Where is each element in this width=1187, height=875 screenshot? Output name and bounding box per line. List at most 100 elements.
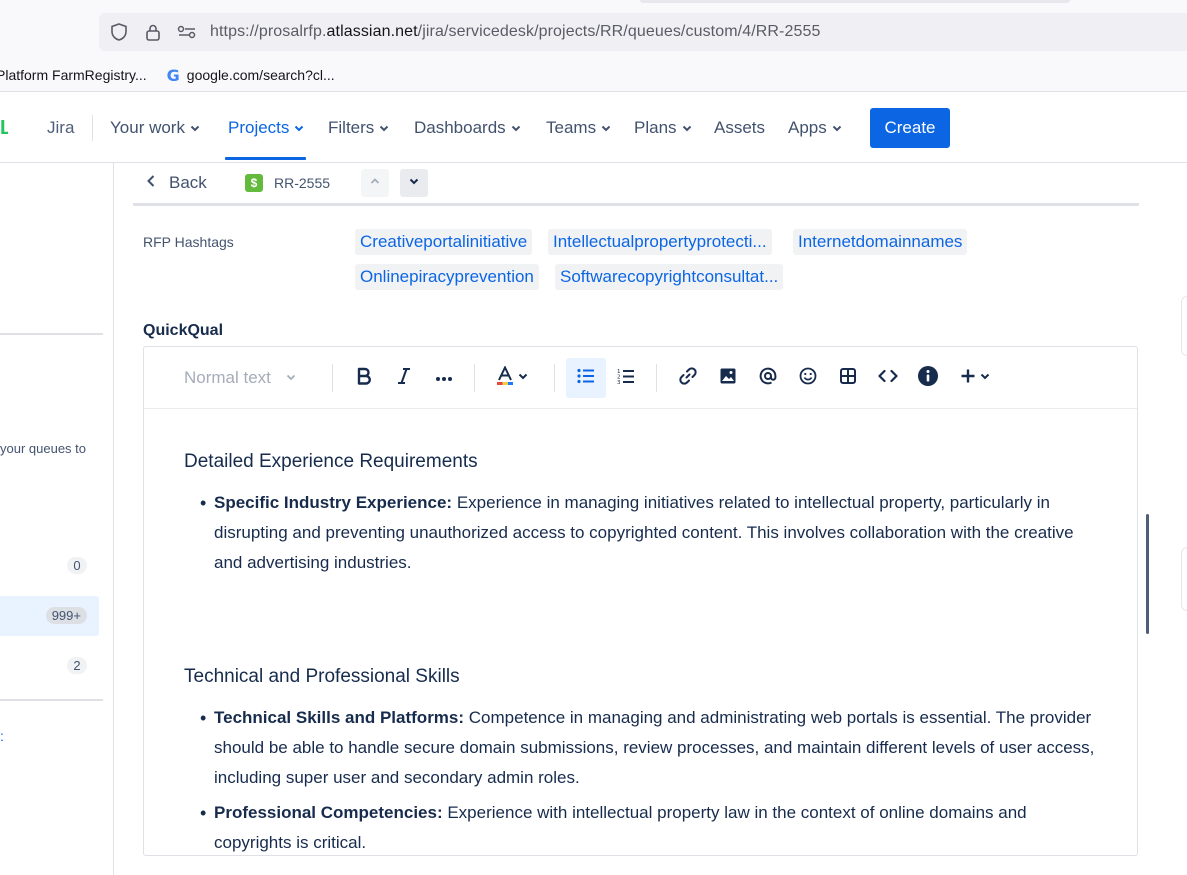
link-icon	[679, 366, 697, 390]
chevron-down-icon	[285, 368, 297, 388]
quickqual-label: QuickQual	[143, 322, 224, 339]
lock-icon[interactable]	[142, 21, 164, 43]
issue-header: Back $ RR-2555	[133, 163, 1139, 206]
bookmark-label: google.com/search?cl...	[186, 67, 335, 83]
sidebar-queue-item-selected[interactable]: 999+	[0, 596, 99, 636]
nav-label: Assets	[714, 118, 766, 137]
permissions-icon[interactable]	[176, 21, 198, 43]
nav-label: Dashboards	[414, 118, 506, 137]
app-logo-icon[interactable]: L	[0, 119, 8, 137]
chevron-down-icon	[517, 369, 529, 387]
nav-label: Filters	[328, 118, 375, 137]
nav-filters[interactable]: Filters	[328, 118, 390, 138]
content-heading: Detailed Experience Requirements	[184, 451, 478, 472]
nav-label: Your work	[110, 118, 185, 137]
quickqual-editor[interactable]: Normal text 123 Detailed Experience Requ…	[143, 346, 1138, 856]
chevron-left-icon	[145, 173, 157, 193]
image-button[interactable]	[708, 358, 748, 398]
sidebar-divider	[0, 699, 103, 701]
issue-type-icon: $	[245, 174, 263, 192]
nav-your-work[interactable]: Your work	[110, 118, 201, 138]
product-name[interactable]: Jira	[47, 118, 74, 138]
back-label: Back	[169, 173, 207, 192]
list-item: Technical Skills and Platforms: Competen…	[200, 703, 1104, 793]
nav-apps[interactable]: Apps	[788, 118, 843, 138]
numbered-list-button[interactable]: 123	[606, 358, 646, 398]
url-text[interactable]: https://prosalrfp.atlassian.net/jira/ser…	[210, 23, 820, 41]
bullet-list-button[interactable]	[566, 358, 606, 398]
info-panel-button[interactable]	[908, 358, 948, 398]
active-tab-indicator	[225, 157, 306, 160]
toolbar-divider	[474, 364, 475, 392]
chevron-down-icon	[293, 122, 305, 134]
tab-strip-edge	[640, 0, 1070, 3]
chevron-down-icon	[378, 122, 390, 134]
nav-dashboards[interactable]: Dashboards	[414, 118, 522, 138]
scrollbar-thumb[interactable]	[1146, 514, 1149, 634]
top-navigation: L Jira Your work Projects Filters Dashbo…	[0, 93, 1187, 163]
chevron-down-icon	[831, 122, 843, 134]
bookmark-farm-registry[interactable]: Platform FarmRegistry...	[0, 67, 147, 83]
more-formatting-button[interactable]	[424, 358, 464, 398]
bullet-term: Specific Industry Experience:	[214, 493, 453, 512]
nav-plans[interactable]: Plans	[634, 118, 693, 138]
sidebar-queue-item[interactable]: 2	[0, 646, 99, 686]
chevron-down-icon	[600, 122, 612, 134]
table-icon	[839, 367, 857, 390]
url-prefix: https://prosalrfp.	[210, 23, 327, 40]
hashtag-chip[interactable]: Internetdomainnames	[793, 229, 968, 255]
google-icon: G	[166, 65, 180, 85]
code-icon	[878, 368, 898, 389]
back-button[interactable]: Back	[145, 173, 207, 193]
queue-count-badge: 999+	[45, 607, 87, 624]
hashtag-chip[interactable]: Intellectualpropertyprotecti...	[548, 229, 772, 255]
rfp-hashtags-label: RFP Hashtags	[143, 234, 234, 250]
issue-key[interactable]: RR-2555	[274, 175, 330, 191]
more-icon	[435, 369, 453, 387]
chevron-up-icon	[369, 174, 381, 192]
sidebar-queue-item[interactable]: 0	[0, 546, 99, 586]
text-color-button[interactable]	[488, 358, 536, 398]
text-color-icon	[496, 364, 514, 391]
mention-button[interactable]	[748, 358, 788, 398]
bullet-term: Professional Competencies:	[214, 803, 443, 822]
nav-projects[interactable]: Projects	[228, 118, 305, 138]
code-block-button[interactable]	[868, 358, 908, 398]
nav-label: Plans	[634, 118, 677, 137]
next-issue-button[interactable]	[400, 169, 428, 197]
text-style-dropdown[interactable]: Normal text	[174, 358, 304, 398]
previous-issue-button[interactable]	[361, 169, 389, 197]
text-style-value: Normal text	[184, 368, 271, 387]
sidebar-divider	[0, 333, 103, 335]
link-button[interactable]	[668, 358, 708, 398]
chevron-down-icon	[979, 369, 991, 387]
side-panel-edge	[1181, 547, 1187, 611]
address-bar[interactable]: https://prosalrfp.atlassian.net/jira/ser…	[99, 13, 1187, 51]
chevron-down-icon	[189, 122, 201, 134]
emoji-button[interactable]	[788, 358, 828, 398]
insert-more-button[interactable]	[950, 358, 1000, 398]
toolbar-divider	[656, 364, 657, 392]
toolbar-divider	[554, 364, 555, 392]
bullet-list-icon	[577, 368, 595, 389]
sidebar-queues-hint: your queues to	[0, 441, 87, 456]
content-heading: Technical and Professional Skills	[184, 666, 460, 687]
bold-button[interactable]	[344, 358, 384, 398]
queue-count-badge: 0	[67, 557, 87, 574]
italic-button[interactable]	[384, 358, 424, 398]
nav-assets[interactable]: Assets	[714, 118, 765, 138]
table-button[interactable]	[828, 358, 868, 398]
sidebar-link-fragment[interactable]: :	[0, 728, 4, 744]
chevron-down-icon	[408, 174, 420, 192]
tracking-protection-shield-icon[interactable]	[108, 21, 130, 43]
toolbar-divider	[332, 364, 333, 392]
url-path: /jira/servicedesk/projects/RR/queues/cus…	[417, 23, 821, 40]
hashtag-chip[interactable]: Softwarecopyrightconsultat...	[555, 264, 784, 290]
hashtag-chip[interactable]: Onlinepiracyprevention	[355, 264, 539, 290]
hashtag-chip[interactable]: Creativeportalinitiative	[355, 229, 533, 255]
create-button[interactable]: Create	[870, 108, 950, 148]
mention-icon	[759, 367, 777, 390]
numbered-list-icon: 123	[617, 368, 635, 389]
bookmark-google-search[interactable]: Ggoogle.com/search?cl...	[167, 66, 335, 85]
nav-teams[interactable]: Teams	[546, 118, 612, 138]
